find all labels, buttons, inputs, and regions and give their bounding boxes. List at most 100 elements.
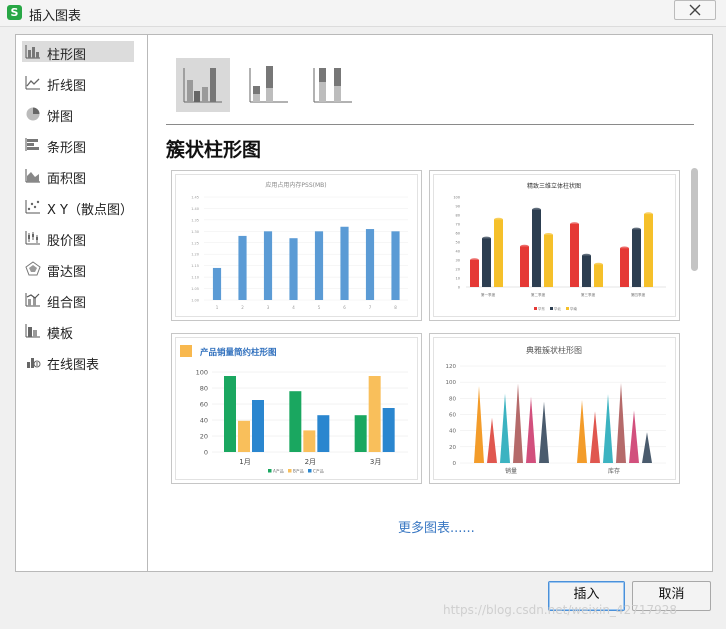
y-tick-label: 1.00: [191, 299, 199, 303]
bar-3d: [620, 248, 629, 287]
app-logo-icon: S: [7, 5, 22, 20]
stacked-column-icon: [249, 66, 288, 103]
template-icon: [25, 324, 40, 338]
scrollbar-thumb[interactable]: [691, 168, 698, 271]
sidebar-item-label: 组合图: [47, 296, 87, 311]
y-tick-label: 100: [196, 369, 208, 377]
y-tick-label: 1.05: [191, 287, 199, 291]
sidebar-item-label: 股价图: [47, 234, 87, 249]
x-tick-label: 8: [394, 305, 397, 310]
sidebar-item-scatter[interactable]: X Y（散点图）: [22, 196, 134, 218]
x-tick-label: 2月: [305, 458, 316, 466]
cone-bar: [539, 401, 549, 463]
y-tick-label: 80: [456, 214, 460, 218]
y-tick-label: 1.25: [191, 241, 199, 245]
stock-chart-icon: [25, 231, 40, 245]
y-tick-label: 20: [200, 433, 208, 441]
bar-3d-top: [544, 233, 553, 237]
sidebar-item-area[interactable]: 面积图: [22, 165, 134, 187]
legend-label: 华北: [554, 306, 562, 311]
x-tick-label: 第四季度: [631, 292, 646, 297]
subtype-stacked-column[interactable]: [242, 58, 296, 112]
bar: [368, 376, 381, 452]
cone-bar: [629, 410, 639, 463]
bar: [340, 226, 349, 300]
sidebar-item-label: 在线图表: [47, 358, 100, 373]
legend-swatch: [534, 307, 537, 310]
more-charts-link[interactable]: 更多图表......: [398, 517, 475, 536]
x-tick-label: 第一季度: [481, 292, 496, 297]
chart-thumbnail-sales[interactable]: 产品销量简约柱形图 0 20 40 60 80 100 1月 2月 3月 A产品 B产品 C产品: [171, 333, 422, 484]
x-tick-label: 5: [318, 305, 321, 310]
bar: [289, 391, 302, 452]
y-tick-label: 0: [204, 449, 208, 457]
y-tick-label: 70: [456, 223, 460, 227]
watermark: https://blog.csdn.net/weixin_42717928: [443, 603, 678, 617]
subtype-percent-stacked-column[interactable]: [306, 58, 360, 112]
sidebar-item-template[interactable]: 模板: [22, 320, 134, 342]
y-tick-label: 1.35: [191, 218, 199, 222]
legend-label: 华东: [538, 306, 546, 311]
y-tick-label: 100: [446, 380, 457, 386]
sidebar-item-stock[interactable]: 股价图: [22, 227, 134, 249]
sidebar-item-column[interactable]: 柱形图: [22, 41, 134, 63]
bar-3d: [544, 234, 553, 287]
sidebar-item-online[interactable]: 在线图表: [22, 351, 134, 373]
area-chart-icon: [25, 169, 40, 183]
bar-3d: [594, 264, 603, 287]
line-chart-icon: [25, 76, 40, 90]
bar: [391, 231, 400, 300]
cone-bar: [487, 417, 497, 463]
sidebar-item-pie[interactable]: 饼图: [22, 103, 134, 125]
bar-3d-top: [520, 244, 529, 249]
x-tick-label: 1: [216, 305, 219, 310]
chart-type-sidebar: 柱形图 折线图 饼图 条形图 面积图 X Y（散点图） 股价图 雷达图 组合图 …: [16, 35, 148, 571]
bar-3d: [520, 246, 529, 287]
y-tick-label: 50: [456, 241, 460, 245]
bar-3d: [632, 229, 641, 287]
x-tick-label: 第二季度: [531, 292, 546, 297]
chart-thumbnail-3d[interactable]: 精致三维立体柱状图 0 10 20 30 40 50 60 70 80 90 100 第一季度 第二季度 第…: [429, 170, 680, 321]
cone-bar: [513, 383, 523, 463]
window-title: 插入图表: [29, 9, 82, 24]
legend-swatch: [308, 469, 312, 473]
bar-3d-top: [470, 258, 479, 262]
x-tick-label: 库存: [608, 467, 620, 475]
cone-bar: [642, 432, 652, 463]
bar: [252, 400, 264, 452]
sidebar-item-combo[interactable]: 组合图: [22, 289, 134, 311]
y-tick-label: 60: [456, 232, 460, 236]
bar-3d-top: [494, 217, 503, 222]
bar-3d-top: [482, 236, 491, 241]
bar-3d: [532, 209, 541, 287]
y-tick-label: 0: [458, 286, 460, 290]
x-tick-label: 销量: [505, 467, 517, 475]
bar: [317, 415, 330, 452]
memory-column-chart: 应用占用内存PSS(MB) 1.00 1.05 1.10 1.15 1.20 1.25 1.3…: [191, 181, 408, 310]
legend-swatch: [268, 469, 272, 473]
subtype-clustered-column[interactable]: [176, 58, 230, 112]
bar-3d-top: [620, 246, 629, 251]
close-button[interactable]: [674, 0, 716, 20]
thumbnail-frame: 典雅簇状柱形图 0 20 40 60 80 100 120 销量 库存: [433, 337, 676, 480]
cone-bar: [603, 394, 613, 463]
bar: [238, 235, 247, 300]
sidebar-item-line[interactable]: 折线图: [22, 72, 134, 94]
sidebar-item-radar[interactable]: 雷达图: [22, 258, 134, 280]
chart-thumbnail-memory[interactable]: 应用占用内存PSS(MB) 1.00 1.05 1.10 1.15 1.20 1.25 1.3…: [171, 170, 422, 321]
bar: [212, 267, 222, 300]
thumbnail-frame: 精致三维立体柱状图 0 10 20 30 40 50 60 70 80 90 100 第一季度 第二季度 第…: [433, 174, 676, 317]
dialog-panel: 柱形图 折线图 饼图 条形图 面积图 X Y（散点图） 股价图 雷达图 组合图 …: [15, 34, 713, 572]
legend-label: C产品: [313, 468, 324, 474]
y-tick-label: 60: [200, 401, 208, 409]
y-tick-label: 40: [200, 417, 208, 425]
y-tick-label: 20: [449, 445, 456, 451]
percent-stacked-column-icon: [313, 68, 352, 103]
bar: [238, 420, 250, 452]
sidebar-item-bar[interactable]: 条形图: [22, 134, 134, 156]
thumbnail-frame: 应用占用内存PSS(MB) 1.00 1.05 1.10 1.15 1.20 1.25 1.3…: [175, 174, 418, 317]
bar-3d-top: [570, 222, 579, 226]
chart-thumbnail-elegant[interactable]: 典雅簇状柱形图 0 20 40 60 80 100 120 销量 库存: [429, 333, 680, 484]
sidebar-item-label: 饼图: [47, 110, 74, 125]
section-title: 簇状柱形图: [166, 139, 262, 161]
